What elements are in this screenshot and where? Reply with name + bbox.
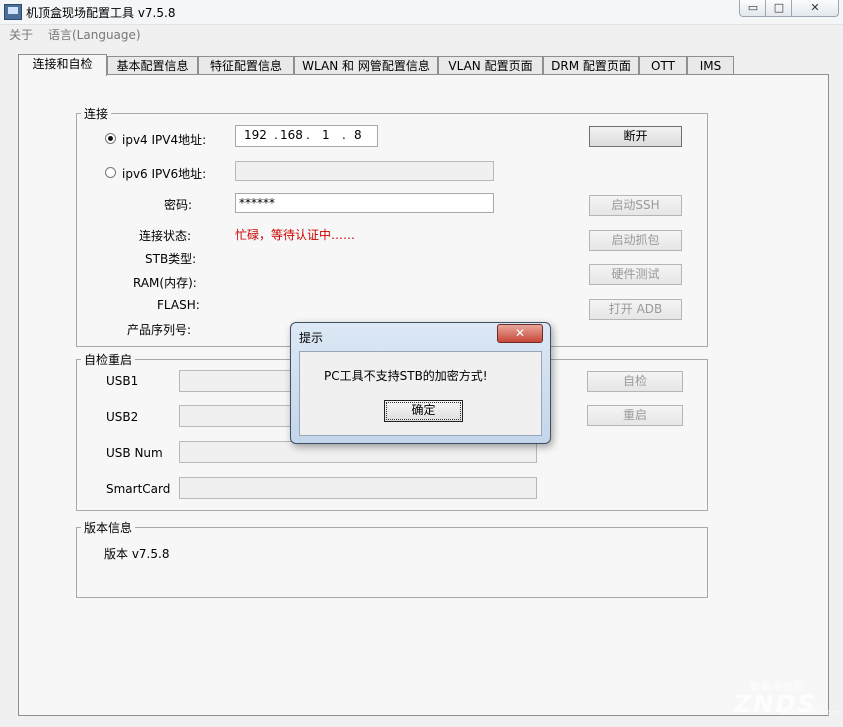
znds-watermark: 智能电视网 ZNDS www.znds.com (720, 678, 840, 722)
usb2-label: USB2 (106, 410, 139, 424)
flash-label: FLASH: (157, 298, 200, 312)
tab-vlan-config[interactable]: VLAN 配置页面 (438, 56, 543, 76)
dialog-body: PC工具不支持STB的加密方式! 确定 (299, 351, 542, 436)
ip-octet-4: 8 (354, 128, 362, 142)
tab-ott[interactable]: OTT (639, 56, 687, 76)
ip-octet-1: 192 (244, 128, 267, 142)
reboot-button[interactable]: 重启 (587, 405, 683, 426)
minimize-button[interactable]: ▭ (739, 0, 767, 17)
dialog-close-button[interactable]: ✕ (497, 324, 543, 343)
ipv6-label: ipv6 IPV6地址: (122, 167, 207, 181)
ram-label: RAM(内存): (133, 276, 197, 290)
version-group (76, 527, 708, 598)
ipv4-label: ipv4 IPV4地址: (122, 133, 207, 147)
selftest-group-title: 自检重启 (81, 351, 136, 368)
usb-num-field[interactable] (179, 441, 537, 463)
tab-feature-config[interactable]: 特征配置信息 (198, 56, 294, 76)
usb-num-label: USB Num (106, 446, 163, 460)
password-label: 密码: (164, 198, 193, 212)
open-adb-button[interactable]: 打开 ADB (589, 299, 682, 320)
dialog-title: 提示 (299, 331, 324, 345)
ip-dot: . (342, 128, 346, 142)
ipv4-address-input[interactable]: 192 . 168 . 1 . 8 (235, 125, 378, 147)
tab-wlan-config[interactable]: WLAN 和 网管配置信息 (294, 56, 438, 76)
close-icon: ✕ (514, 326, 526, 340)
dialog-message: PC工具不支持STB的加密方式! (324, 369, 488, 383)
start-ssh-button[interactable]: 启动SSH (589, 195, 682, 216)
start-capture-button[interactable]: 启动抓包 (589, 230, 682, 251)
selfcheck-button[interactable]: 自检 (587, 371, 683, 392)
dialog-ok-button[interactable]: 确定 (384, 400, 463, 422)
tab-ims[interactable]: IMS (687, 56, 734, 76)
password-input[interactable]: ****** (235, 193, 494, 213)
maximize-icon: □ (773, 1, 785, 14)
connection-status-label: 连接状态: (139, 229, 192, 243)
watermark-url: www.znds.com (780, 708, 840, 717)
tab-strip: 连接和自检 基本配置信息 特征配置信息 WLAN 和 网管配置信息 VLAN 配… (18, 54, 763, 76)
tab-basic-config[interactable]: 基本配置信息 (107, 56, 198, 76)
menu-language[interactable]: 语言(Language) (48, 26, 141, 43)
ip-octet-2: 168 (280, 128, 303, 142)
version-text: 版本 v7.5.8 (104, 547, 170, 561)
connection-status-value: 忙碌，等待认证中…… (235, 228, 356, 242)
usb1-label: USB1 (106, 374, 139, 388)
window-title: 机顶盒现场配置工具 v7.5.8 (26, 6, 176, 20)
stb-type-label: STB类型: (145, 252, 197, 266)
disconnect-button[interactable]: 断开 (589, 126, 682, 147)
title-bar: 机顶盒现场配置工具 v7.5.8 ▭ □ ✕ (0, 0, 843, 25)
ip-dot: . (274, 128, 278, 142)
password-value: ****** (239, 196, 275, 210)
hardware-test-button[interactable]: 硬件测试 (589, 264, 682, 285)
ip-octet-3: 1 (322, 128, 330, 142)
ipv6-radio[interactable] (105, 167, 116, 178)
app-monitor-icon (4, 4, 22, 20)
smartcard-field[interactable] (179, 477, 537, 499)
connect-group-title: 连接 (81, 105, 112, 122)
version-group-title: 版本信息 (81, 519, 136, 536)
tab-connect-selfcheck[interactable]: 连接和自检 (18, 54, 107, 76)
maximize-button[interactable]: □ (765, 0, 793, 17)
ipv6-address-input[interactable] (235, 161, 494, 181)
minimize-icon: ▭ (747, 1, 759, 14)
ip-dot: . (306, 128, 310, 142)
alert-dialog: 提示 ✕ PC工具不支持STB的加密方式! 确定 (290, 322, 551, 444)
close-icon: ✕ (810, 1, 820, 14)
serial-number-label: 产品序列号: (127, 323, 192, 337)
tab-drm-config[interactable]: DRM 配置页面 (543, 56, 639, 76)
ipv4-radio[interactable] (105, 133, 116, 144)
menu-about[interactable]: 关于 (9, 26, 33, 43)
smartcard-label: SmartCard (106, 482, 171, 496)
window-close-button[interactable]: ✕ (791, 0, 839, 17)
